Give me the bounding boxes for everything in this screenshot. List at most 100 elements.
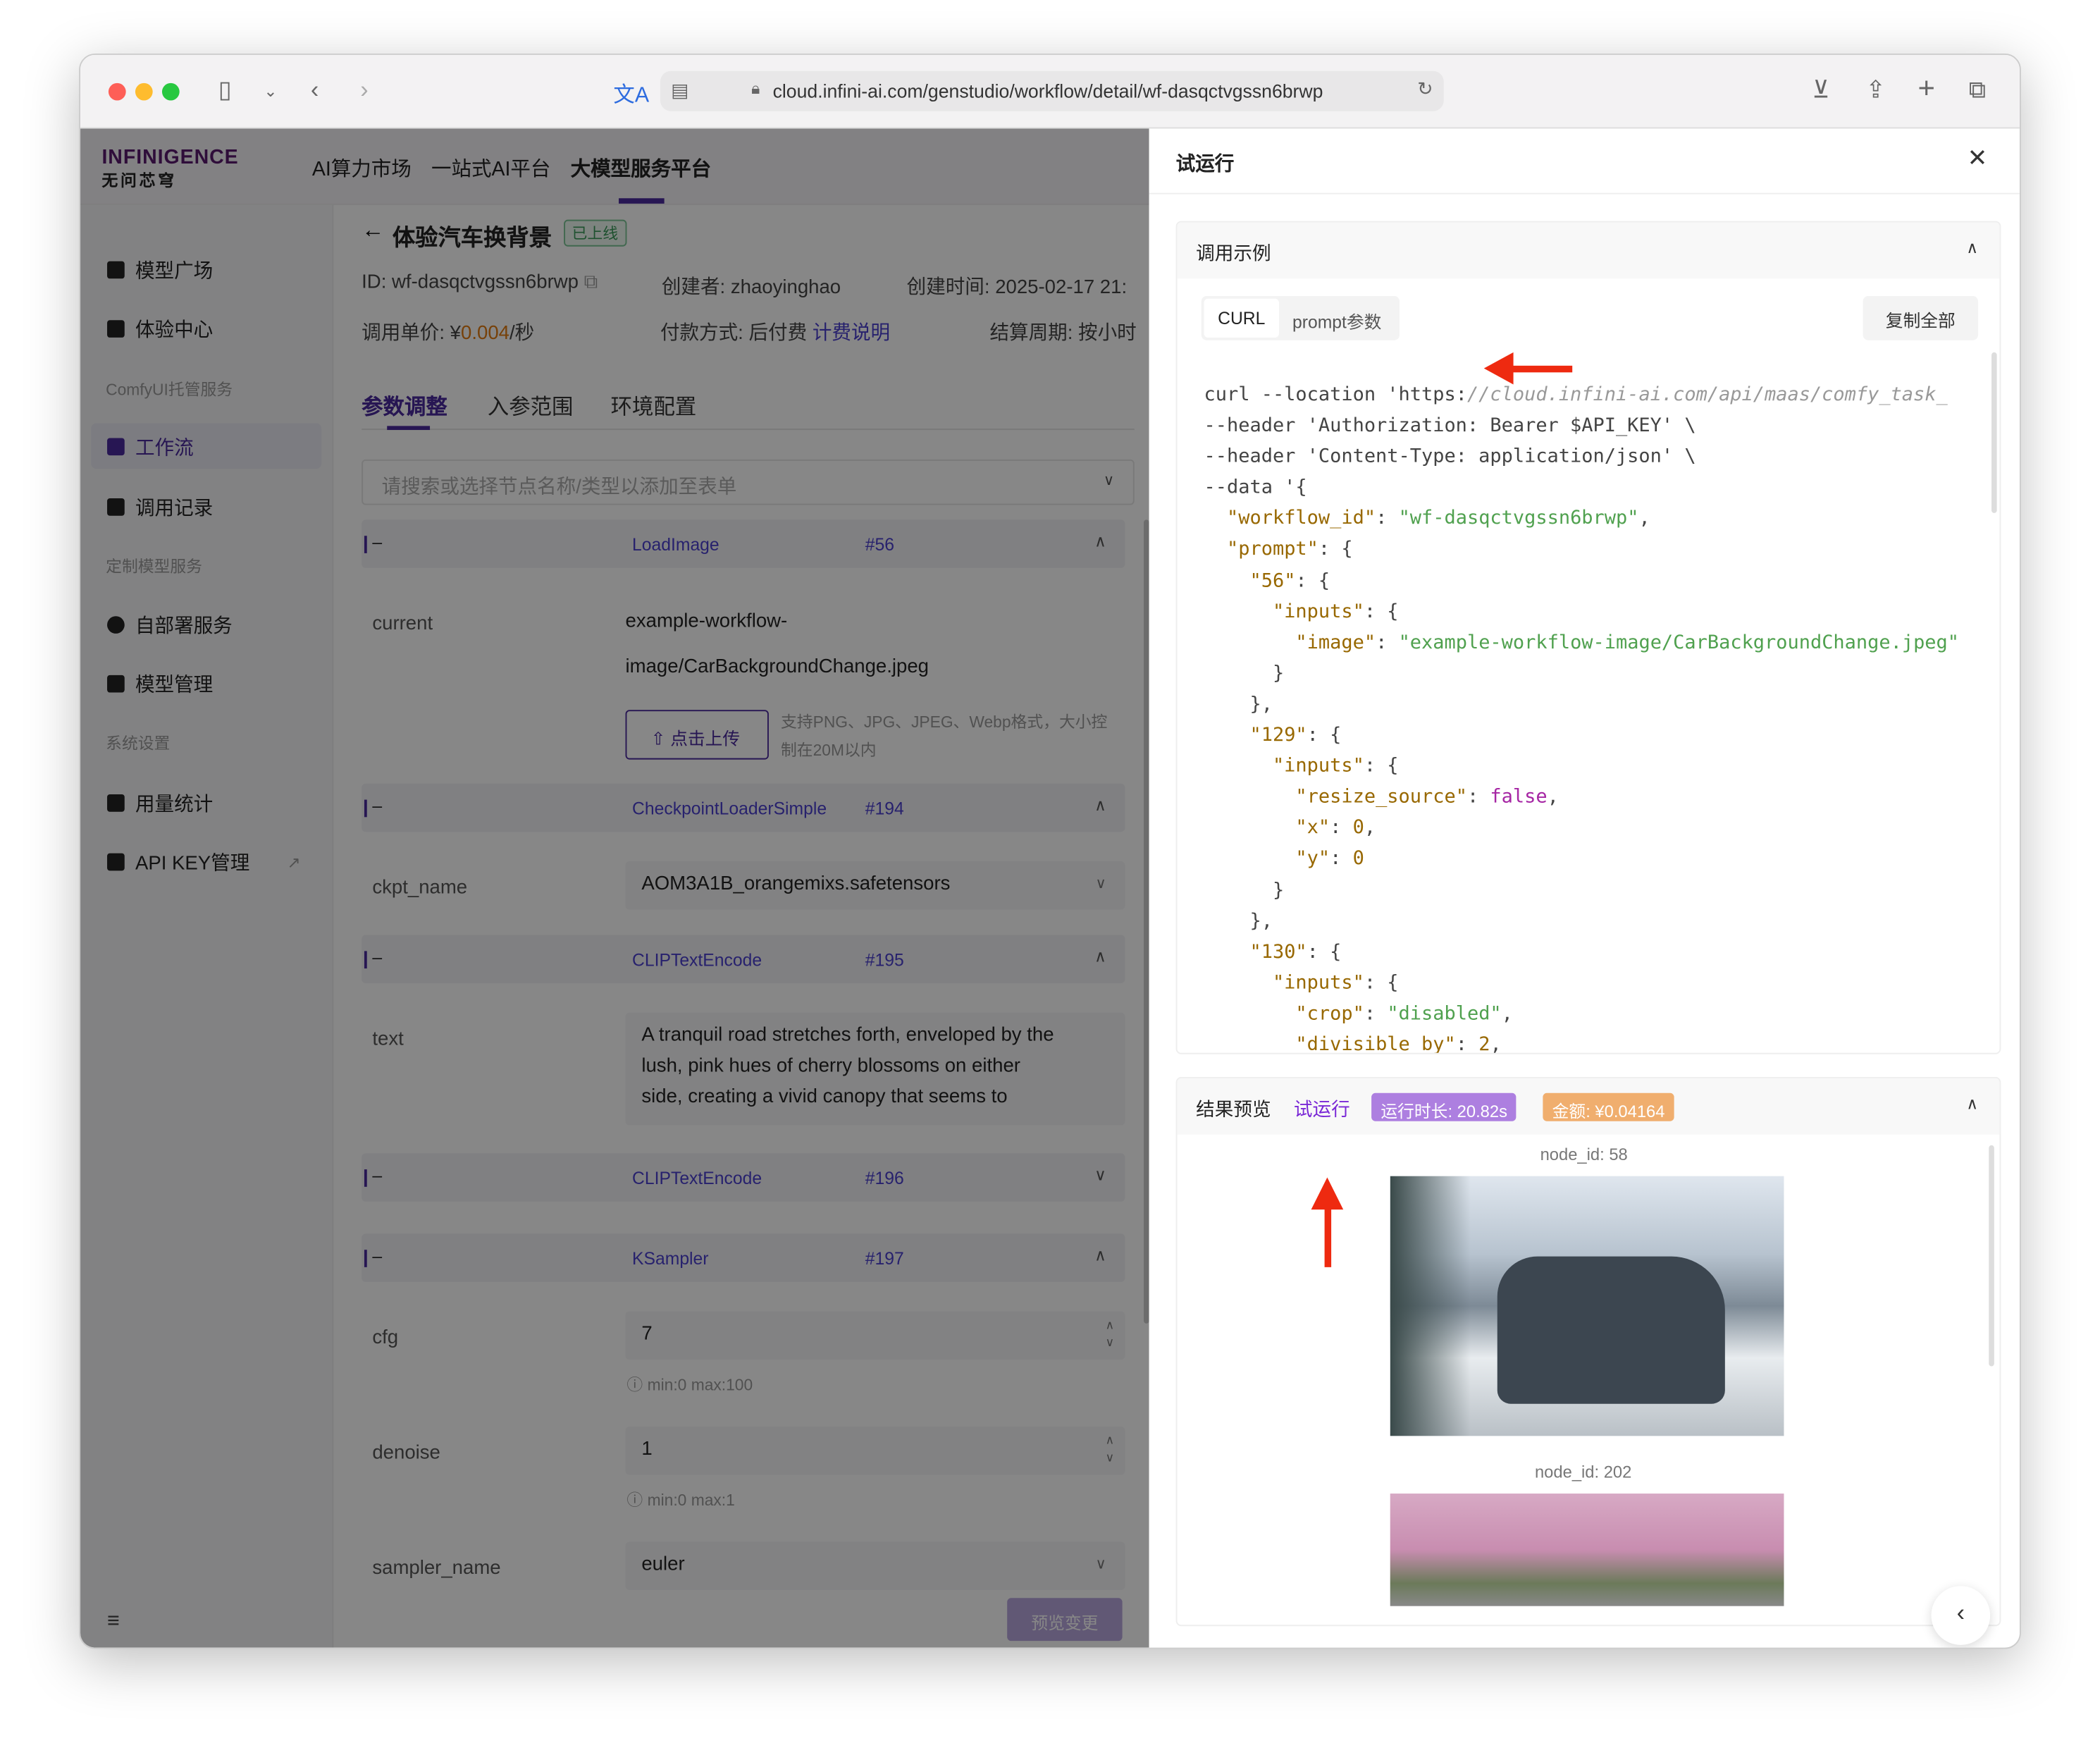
example-card: 调用示例 ∧ CURL prompt参数 复制全部 curl --location… — [1175, 221, 2001, 1054]
code-token: : { — [1318, 538, 1353, 561]
code-token: , — [1638, 508, 1650, 530]
download-icon[interactable]: ⊻ — [1812, 76, 1829, 104]
code-line: "y": 0 — [1204, 844, 1973, 875]
code-token: "image" — [1295, 632, 1376, 653]
code-line: }, — [1204, 690, 1973, 721]
code-token: 2 — [1478, 1034, 1490, 1054]
code-token: : { — [1364, 601, 1399, 623]
code-token: : { — [1307, 725, 1342, 746]
result-card: 结果预览 试运行 运行时长: 20.82s 金额: ¥0.04164 ∧ nod… — [1175, 1077, 2001, 1627]
back-icon[interactable]: ‹ — [311, 76, 319, 104]
copy-all-button[interactable]: 复制全部 — [1863, 296, 1979, 340]
collapse-drawer-button[interactable]: ‹ — [1931, 1586, 1991, 1645]
drawer-divider — [1149, 192, 2020, 195]
code-token: }, — [1204, 910, 1273, 932]
code-token: , — [1547, 787, 1559, 808]
code-token: curl --location 'https: — [1204, 384, 1467, 406]
browser-window: ▯ ⌄ ‹ › 文A ▤ 🔒︎ cloud.infini-ai.com/gens… — [79, 54, 2021, 1649]
code-token: "divisible_by" — [1295, 1034, 1456, 1054]
chevron-up-icon[interactable]: ∧ — [1966, 1095, 1978, 1114]
code-token: "inputs" — [1272, 972, 1364, 994]
code-token: "crop" — [1295, 1003, 1364, 1025]
output-image-blossoms[interactable] — [1390, 1494, 1784, 1606]
code-token: 0 — [1352, 817, 1364, 839]
code-token: "inputs" — [1272, 601, 1364, 623]
address-bar[interactable]: ▤ 🔒︎ cloud.infini-ai.com/genstudio/workf… — [660, 70, 1444, 111]
trees-shape — [1390, 1176, 1471, 1436]
new-tab-icon[interactable]: + — [1918, 71, 1935, 106]
annotation-arrow-up — [1324, 1200, 1332, 1267]
code-line: "divisible_by": 2, — [1204, 1030, 1973, 1054]
code-token: "y" — [1295, 848, 1330, 870]
share-icon[interactable]: ⇪ — [1865, 76, 1886, 104]
example-title: 调用示例 — [1196, 242, 1271, 264]
annotation-arrowhead — [1483, 352, 1514, 385]
example-card-header[interactable]: 调用示例 ∧ — [1177, 222, 2000, 279]
close-icon[interactable]: ✕ — [1968, 144, 1988, 173]
code-tabs: CURL prompt参数 — [1201, 296, 1400, 340]
code-token: }, — [1204, 694, 1273, 715]
browser-titlebar: ▯ ⌄ ‹ › 文A ▤ 🔒︎ cloud.infini-ai.com/gens… — [80, 54, 2020, 129]
output-image-car[interactable] — [1390, 1176, 1784, 1436]
maximize-window-button[interactable] — [161, 82, 180, 101]
output-label: node_id: 58 — [1540, 1145, 1628, 1164]
code-token: : — [1376, 508, 1399, 530]
code-block: curl --location 'https://cloud.infini-ai… — [1204, 381, 1973, 1054]
code-token: : — [1330, 848, 1353, 870]
code-token: : { — [1364, 756, 1399, 777]
result-title: 结果预览 — [1196, 1098, 1271, 1120]
reader-icon[interactable]: ▤ — [671, 79, 688, 101]
code-token: "resize_source" — [1295, 787, 1467, 808]
tab-curl[interactable]: CURL — [1204, 298, 1279, 338]
forward-icon[interactable]: › — [360, 76, 368, 104]
run-button[interactable]: 试运行 — [1294, 1096, 1350, 1123]
translate-icon[interactable]: 文A — [613, 76, 649, 109]
code-line: "inputs": { — [1204, 751, 1973, 782]
code-line: curl --location 'https://cloud.infini-ai… — [1204, 381, 1973, 412]
minimize-window-button[interactable] — [135, 82, 153, 101]
code-line: "resize_source": false, — [1204, 782, 1973, 813]
code-token: : — [1364, 1003, 1388, 1025]
cost-badge: 金额: ¥0.04164 — [1543, 1092, 1674, 1121]
app-page: INFINIGENCE 无问芯穹 AI算力市场 一站式AI平台 大模型服务平台 模… — [80, 128, 1149, 1648]
result-card-header[interactable]: 结果预览 试运行 运行时长: 20.82s 金额: ¥0.04164 ∧ — [1177, 1078, 2000, 1135]
code-scrollbar[interactable] — [1991, 352, 1997, 513]
code-token: "prompt" — [1227, 538, 1318, 561]
code-line: "130": { — [1204, 937, 1973, 968]
tab-prompt-params[interactable]: prompt参数 — [1292, 308, 1381, 333]
result-scrollbar[interactable] — [1989, 1145, 1994, 1367]
code-token: "example-workflow-image/CarBackgroundCha… — [1398, 632, 1960, 653]
annotation-arrow-left — [1510, 365, 1573, 373]
sidebar-toggle-icon[interactable]: ▯ — [218, 76, 232, 104]
reload-icon[interactable]: ↻ — [1417, 78, 1433, 100]
chevron-down-icon[interactable]: ⌄ — [264, 82, 277, 101]
code-token: "x" — [1295, 817, 1330, 839]
tabs-overview-icon[interactable]: ⧉ — [1969, 76, 1986, 104]
output-label: node_id: 202 — [1534, 1462, 1632, 1482]
code-token: "130" — [1249, 941, 1307, 963]
chevron-up-icon[interactable]: ∧ — [1966, 238, 1978, 257]
code-line: "56": { — [1204, 566, 1973, 597]
modal-overlay[interactable] — [80, 128, 1149, 1648]
code-token: "wf-dasqctvgssn6brwp" — [1398, 508, 1639, 530]
duration-badge: 运行时长: 20.82s — [1371, 1092, 1517, 1121]
car-shape — [1497, 1256, 1725, 1404]
code-token: : — [1455, 1034, 1479, 1054]
code-line: "prompt": { — [1204, 535, 1973, 566]
code-line: "workflow_id": "wf-dasqctvgssn6brwp", — [1204, 504, 1973, 535]
code-line: } — [1204, 875, 1973, 906]
code-token: : — [1376, 632, 1399, 653]
code-token: "56" — [1249, 569, 1296, 592]
code-line: "x": 0, — [1204, 813, 1973, 844]
annotation-arrowhead — [1311, 1177, 1344, 1210]
code-token: --header 'Content-Type: application/json… — [1204, 446, 1696, 468]
close-window-button[interactable] — [108, 82, 126, 101]
code-line: --header 'Authorization: Bearer $API_KEY… — [1204, 412, 1973, 443]
code-token: : — [1466, 787, 1490, 808]
code-line: }, — [1204, 906, 1973, 937]
